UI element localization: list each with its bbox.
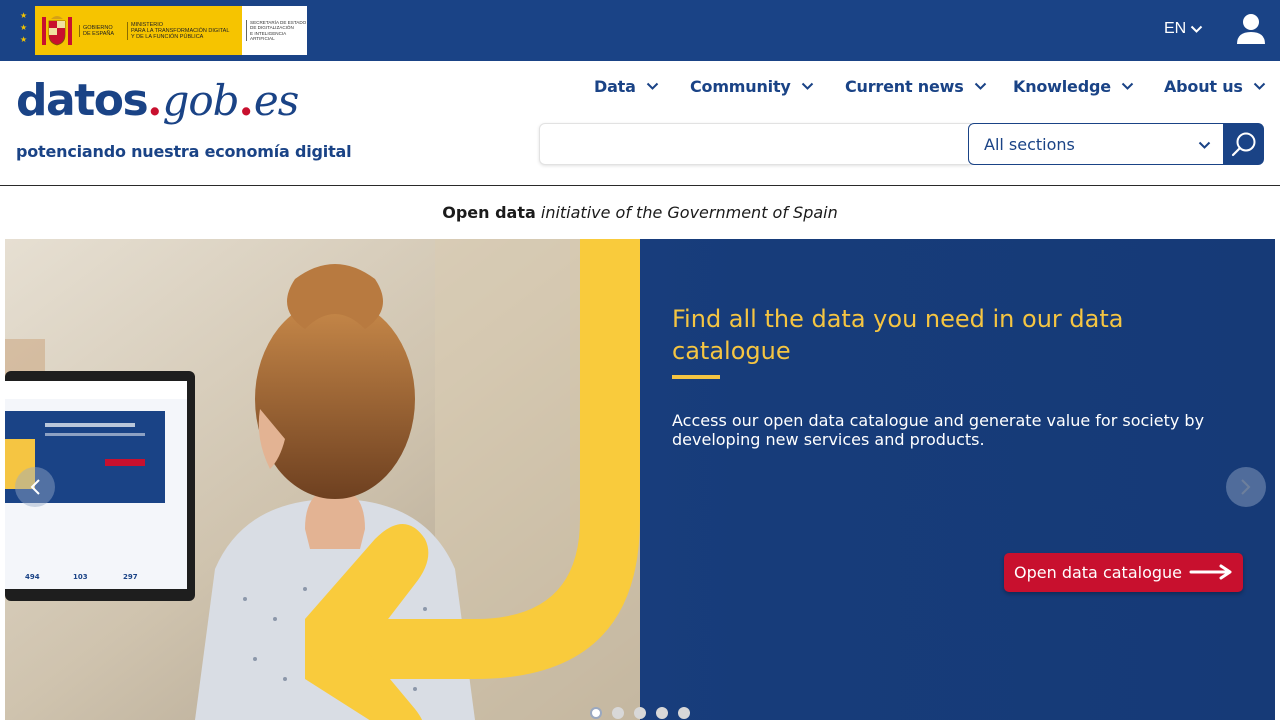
intro-bold-text: Open data [442,203,536,222]
eu-stars-strip: ★ ★ ★ [16,6,35,55]
nav-item-community[interactable]: Community [690,77,814,96]
chevron-left-icon [30,479,40,495]
intro-italic-text: initiative of the Government of Spain [540,203,838,222]
ministry-flag-block: GOBIERNO DE ESPAÑA MINISTERIO PARA LA TR… [35,6,242,55]
chevron-down-icon [1198,141,1211,149]
government-of-spain-logo[interactable]: ★ ★ ★ GOBIERNO DE ESPAÑA MINISTERIO PARA… [16,6,307,55]
carousel-dot[interactable] [612,707,624,719]
arrow-right-icon [1189,564,1232,580]
secretaria-text: SECRETARÍA DE ESTADO DE DIGITALIZACIÓN E… [246,20,307,41]
carousel-pagination [590,707,690,719]
nav-item-current-news[interactable]: Current news [845,77,987,96]
carousel-prev-button[interactable] [15,467,55,507]
nav-item-label: Data [594,77,636,96]
svg-text:297: 297 [123,573,138,581]
secretaria-block: SECRETARÍA DE ESTADO DE DIGITALIZACIÓN E… [242,6,307,55]
nav-item-label: Community [690,77,791,96]
chevron-down-icon [1121,82,1134,90]
nav-item-data[interactable]: Data [594,77,659,96]
site-header: datos . gob . es potenciando nuestra eco… [0,61,1280,186]
gobierno-line: DE ESPAÑA [83,30,115,37]
svg-text:494: 494 [25,573,40,581]
language-selector[interactable]: EN [1164,20,1203,38]
carousel-next-button[interactable] [1226,467,1266,507]
ministerio-line: Y DE LA FUNCIÓN PÚBLICA [131,33,204,40]
search-button[interactable] [1223,123,1264,165]
search-input[interactable] [539,123,971,165]
gobierno-text: GOBIERNO DE ESPAÑA [79,24,123,37]
main-navigation: Data Community Current news Knowledge Ab… [0,77,1280,99]
hero-description: Access our open data catalogue and gener… [672,411,1205,449]
chevron-down-icon [1191,25,1203,33]
chevron-down-icon [1253,82,1265,90]
carousel-dot[interactable] [590,707,602,719]
hero-carousel: 494 103 297 Find all the data you need i… [5,239,1275,720]
open-data-catalogue-button[interactable]: Open data catalogue [1004,553,1243,592]
hero-cta-label: Open data catalogue [1014,563,1182,582]
chevron-down-icon [646,82,658,90]
nav-item-label: Knowledge [1013,77,1111,96]
nav-item-label: Current news [845,77,964,96]
coat-of-arms-icon [39,11,75,51]
open-data-initiative-line: Open data initiative of the Government o… [0,203,1280,222]
search-icon [1231,132,1255,157]
carousel-dot[interactable] [678,707,690,719]
hero-photo-woman-at-computer: 494 103 297 [5,239,640,720]
chevron-down-icon [801,82,813,90]
nav-item-about-us[interactable]: About us [1164,77,1266,96]
secretaria-line: E INTELIGENCIA ARTIFICIAL [250,30,286,41]
chevron-down-icon [974,82,986,90]
hero-illustration: 494 103 297 [5,239,640,720]
hero-title-underline [672,375,720,379]
svg-text:103: 103 [73,573,88,581]
search-section-select[interactable]: All sections [968,123,1224,165]
site-tagline: potenciando nuestra economía digital [16,142,352,161]
search-section-selected: All sections [984,134,1075,154]
user-account-button[interactable] [1236,13,1266,45]
nav-item-knowledge[interactable]: Knowledge [1013,77,1134,96]
ministerio-line: PARA LA TRANSFORMACIÓN DIGITAL [131,27,230,34]
language-label: EN [1164,20,1187,37]
user-icon [1237,14,1265,44]
hero-title: Find all the data you need in our data c… [672,305,1124,365]
carousel-dot[interactable] [634,707,646,719]
chevron-right-icon [1241,479,1251,495]
ministerio-text: MINISTERIO PARA LA TRANSFORMACIÓN DIGITA… [127,21,235,40]
carousel-dot[interactable] [656,707,668,719]
government-top-bar: ★ ★ ★ GOBIERNO DE ESPAÑA MINISTERIO PARA… [0,0,1280,61]
nav-item-label: About us [1164,77,1243,96]
